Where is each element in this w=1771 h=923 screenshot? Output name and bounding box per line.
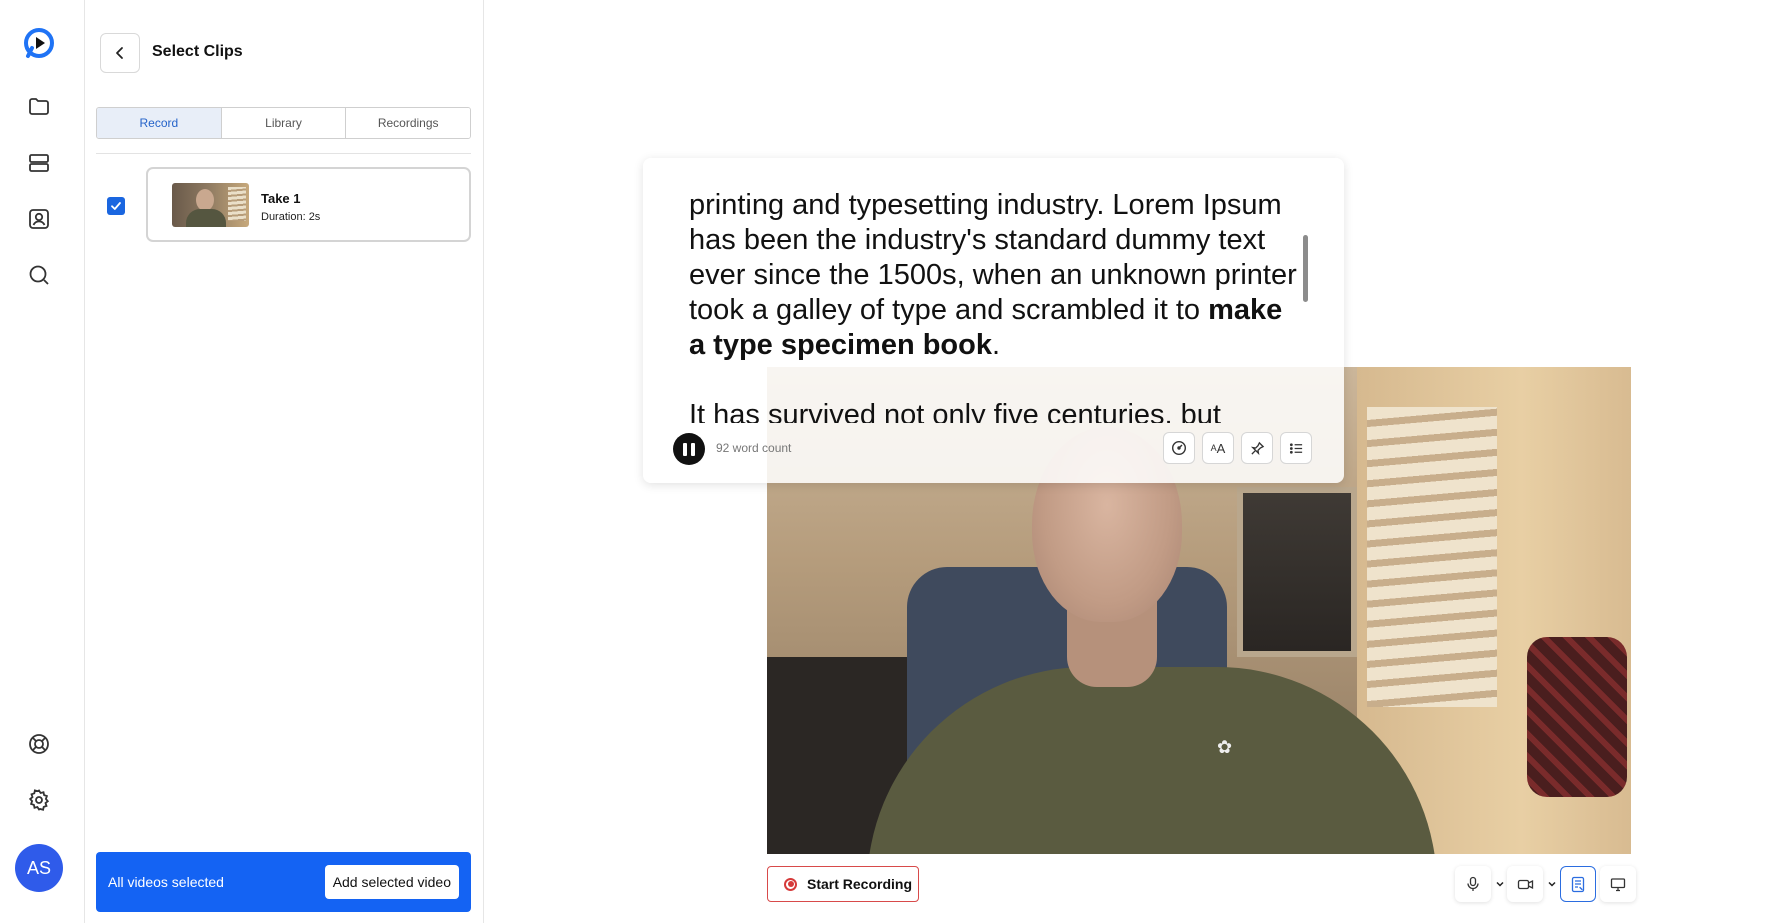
script-text: printing and typesetting industry. Lorem… [689, 189, 1297, 326]
script-next-paragraph: It has survived not only five centuries,… [689, 399, 1221, 423]
pause-button[interactable] [673, 433, 705, 465]
tab-recordings[interactable]: Recordings [346, 108, 470, 138]
start-recording-button[interactable]: Start Recording [767, 866, 919, 902]
monitor-icon[interactable] [1600, 866, 1636, 902]
selection-bar: All videos selected Add selected video [96, 852, 471, 912]
scrollbar[interactable] [1303, 235, 1308, 302]
list-icon[interactable] [1280, 432, 1312, 464]
teleprompter-toggle [1560, 866, 1596, 902]
clip-checkbox[interactable] [107, 197, 125, 215]
font-size-icon[interactable]: AA [1202, 432, 1234, 464]
speed-icon[interactable] [1163, 432, 1195, 464]
script-icon[interactable] [1560, 866, 1596, 902]
chevron-down-icon[interactable] [1543, 866, 1561, 902]
script-text-end: . [992, 329, 1001, 361]
app-root: AS Select Clips Record Library Recording… [0, 0, 1771, 923]
settings-icon[interactable] [22, 783, 56, 817]
selection-status: All videos selected [108, 874, 224, 890]
divider [96, 153, 471, 154]
pin-icon[interactable] [1241, 432, 1273, 464]
start-recording-label: Start Recording [807, 876, 913, 892]
teleprompter-tools: AA [1163, 432, 1312, 464]
check-icon [111, 202, 121, 210]
clip-card[interactable]: Take 1 Duration: 2s [146, 167, 471, 242]
page-title: Select Clips [152, 43, 243, 60]
camera-control [1507, 866, 1561, 902]
tab-record[interactable]: Record [97, 108, 222, 138]
clip-duration: Duration: 2s [261, 211, 321, 223]
folder-icon[interactable] [22, 90, 56, 124]
screen-share-control [1600, 866, 1636, 902]
clip-thumbnail [172, 183, 249, 227]
microphone-control [1455, 866, 1509, 902]
chevron-left-icon [116, 47, 123, 59]
add-selected-video-button[interactable]: Add selected video [324, 865, 459, 899]
microphone-icon[interactable] [1455, 866, 1491, 902]
select-clips-panel: Select Clips Record Library Recordings T… [85, 0, 484, 923]
back-button[interactable] [100, 33, 140, 73]
app-logo-icon[interactable] [22, 26, 56, 60]
contact-icon[interactable] [22, 202, 56, 236]
help-icon[interactable] [22, 727, 56, 761]
teleprompter: printing and typesetting industry. Lorem… [643, 158, 1344, 483]
camera-icon[interactable] [1507, 866, 1543, 902]
record-icon [784, 877, 797, 891]
clip-source-tabs: Record Library Recordings [96, 107, 471, 139]
word-count: 92 word count [716, 441, 792, 455]
avatar[interactable]: AS [15, 844, 63, 892]
shirt-logo-icon: ✿ [1217, 737, 1233, 757]
clip-name: Take 1 [261, 191, 301, 206]
teleprompter-script[interactable]: printing and typesetting industry. Lorem… [689, 188, 1299, 423]
left-rail: AS [0, 0, 85, 923]
server-icon[interactable] [22, 146, 56, 180]
search-icon[interactable] [22, 258, 56, 292]
tab-library[interactable]: Library [221, 108, 347, 138]
